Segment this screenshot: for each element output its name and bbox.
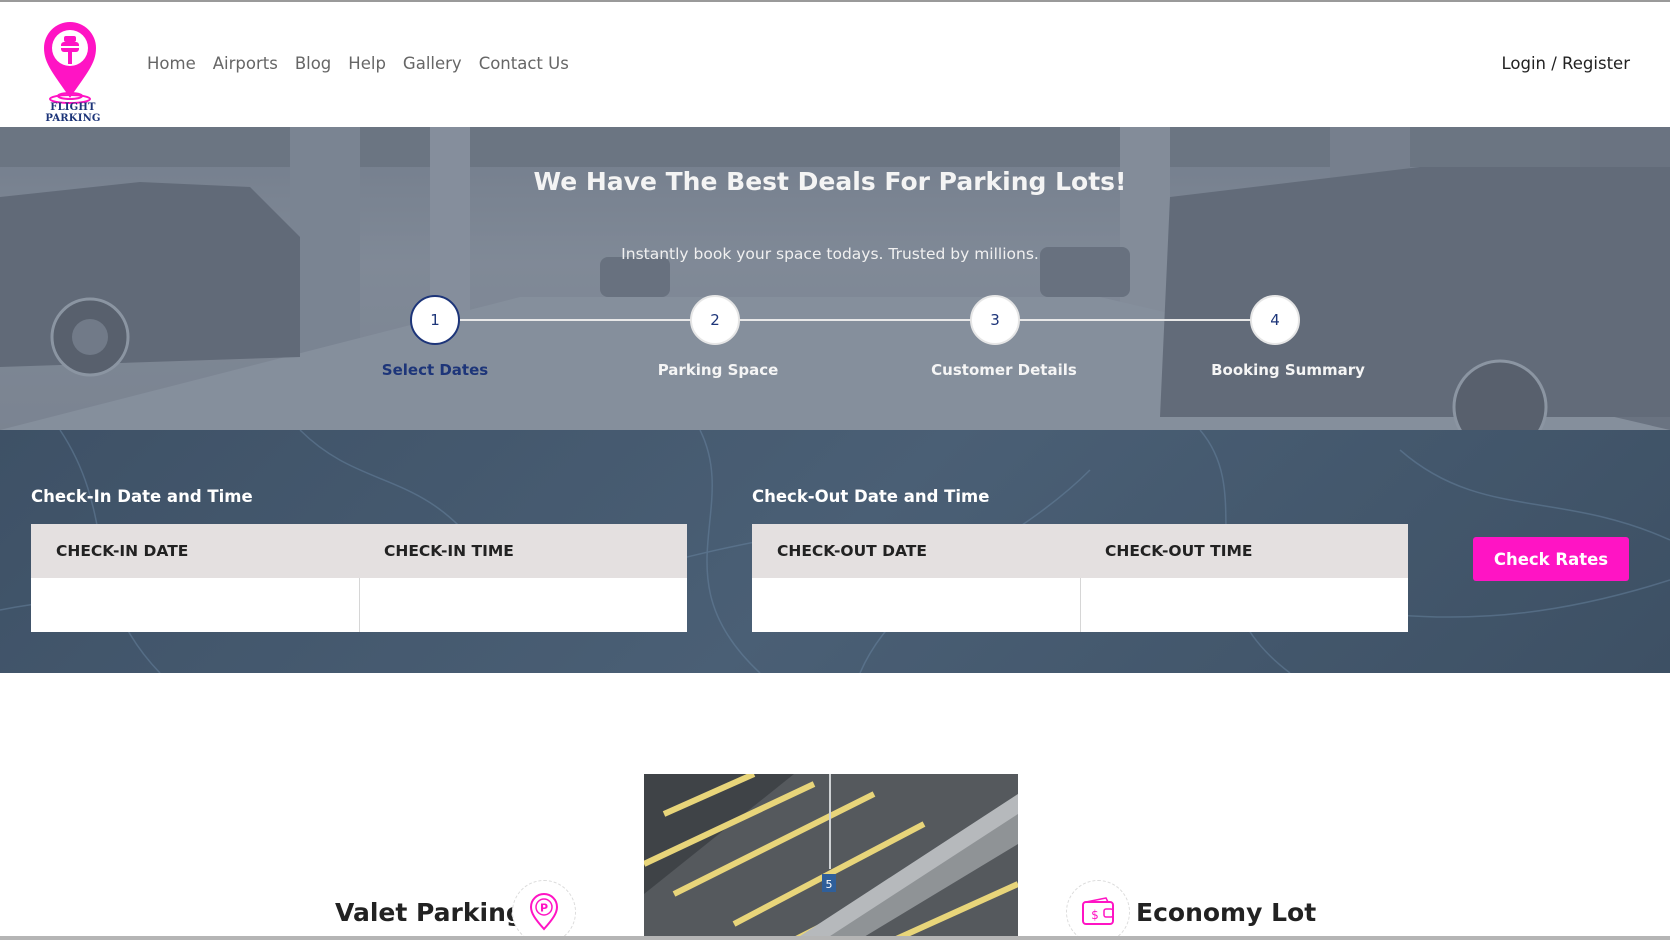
valet-parking-icon-badge: P (512, 880, 576, 940)
economy-lot-title: Economy Lot (1136, 898, 1317, 927)
hero-title: We Have The Best Deals For Parking Lots! (533, 167, 1127, 196)
nav-blog[interactable]: Blog (295, 54, 331, 73)
login-register-link[interactable]: Login / Register (1502, 54, 1631, 73)
checkout-time-input[interactable] (1079, 578, 1409, 632)
step-4-circle[interactable]: 4 (1250, 295, 1300, 345)
checkout-group-title: Check-Out Date and Time (752, 487, 990, 506)
parking-deck-photo: 5 (644, 774, 1018, 940)
step-1-label: Select Dates (381, 361, 489, 379)
checkout-date-input[interactable] (752, 578, 1080, 632)
nav-home[interactable]: Home (147, 54, 196, 73)
nav-gallery[interactable]: Gallery (403, 54, 462, 73)
checkin-date-label: CHECK-IN DATE (56, 542, 189, 560)
checkin-time-input[interactable] (358, 578, 688, 632)
deck-level-number: 5 (826, 878, 833, 891)
step-3-circle[interactable]: 3 (970, 295, 1020, 345)
checkin-time-label: CHECK-IN TIME (384, 542, 514, 560)
svg-text:$: $ (1091, 908, 1099, 922)
hero-section: We Have The Best Deals For Parking Lots!… (0, 127, 1670, 430)
logo[interactable]: FLIGHT PARKING (26, 16, 120, 124)
checkout-date-label: CHECK-OUT DATE (777, 542, 927, 560)
checkin-date-input[interactable] (31, 578, 359, 632)
step-2-label: Parking Space (657, 361, 779, 379)
logo-text: FLIGHT PARKING (45, 102, 101, 124)
valet-parking-title: Valet Parking (335, 898, 524, 927)
logo-pin-icon (44, 22, 96, 104)
svg-text:P: P (540, 902, 548, 915)
checkin-fields: CHECK-IN DATE CHECK-IN TIME (31, 524, 687, 632)
page-bottom-edge (0, 936, 1670, 940)
step-2-circle[interactable]: 2 (690, 295, 740, 345)
step-3-label: Customer Details (931, 361, 1077, 379)
booking-form-section: Check-In Date and Time CHECK-IN DATE CHE… (0, 430, 1670, 673)
checkout-time-label: CHECK-OUT TIME (1105, 542, 1253, 560)
step-1-circle[interactable]: 1 (410, 295, 460, 345)
nav-airports[interactable]: Airports (213, 54, 278, 73)
check-rates-button[interactable]: Check Rates (1473, 537, 1629, 581)
nav-contact-us[interactable]: Contact Us (479, 54, 569, 73)
nav-help[interactable]: Help (348, 54, 386, 73)
wallet-icon: $ (1082, 897, 1114, 925)
checkout-fields: CHECK-OUT DATE CHECK-OUT TIME (752, 524, 1408, 632)
parking-deck-image: 5 (644, 774, 1018, 940)
hero-subtitle: Instantly book your space todays. Truste… (621, 245, 1039, 263)
steps-progress-line (434, 319, 1274, 321)
checkin-group-title: Check-In Date and Time (31, 487, 253, 506)
main-nav: Home Airports Blog Help Gallery Contact … (147, 54, 569, 73)
step-4-label: Booking Summary (1211, 361, 1365, 379)
site-header: FLIGHT PARKING Home Airports Blog Help G… (0, 0, 1670, 127)
economy-lot-icon-badge: $ (1066, 880, 1130, 940)
parking-pin-icon: P (529, 893, 559, 931)
